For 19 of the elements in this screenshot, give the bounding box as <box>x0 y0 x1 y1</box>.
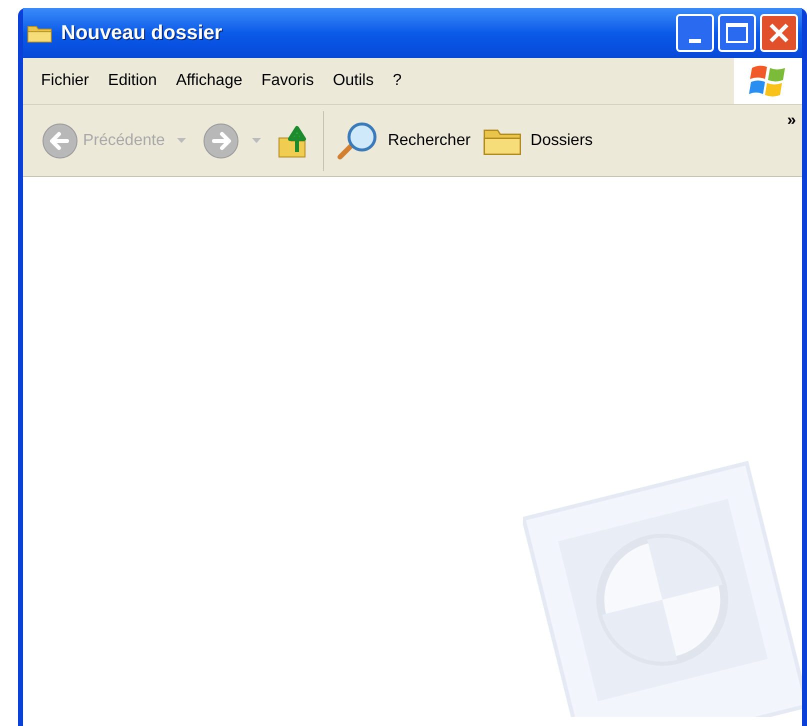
menu-item[interactable]: ? <box>384 65 410 97</box>
maximize-button[interactable] <box>718 14 756 52</box>
minimize-button[interactable] <box>676 14 714 52</box>
menu-item[interactable]: Fichier <box>33 65 98 97</box>
close-icon <box>768 22 790 44</box>
window-title: Nouveau dossier <box>61 21 222 46</box>
windows-logo-icon <box>749 64 787 98</box>
maximize-icon <box>726 23 748 43</box>
close-button[interactable] <box>760 14 798 52</box>
menu-item[interactable]: Affichage <box>168 65 250 97</box>
folders-button[interactable]: Dossiers <box>474 118 601 162</box>
search-button[interactable]: Rechercher <box>330 118 475 162</box>
menu-item[interactable]: Outils <box>324 65 382 97</box>
caret-icon <box>252 138 261 143</box>
menu-item[interactable]: Favoris <box>253 65 322 97</box>
toolbar-overflow[interactable]: » <box>787 109 796 133</box>
menu-item[interactable]: Edition <box>100 65 165 97</box>
minimize-icon <box>689 39 701 43</box>
caret-icon <box>176 138 186 143</box>
